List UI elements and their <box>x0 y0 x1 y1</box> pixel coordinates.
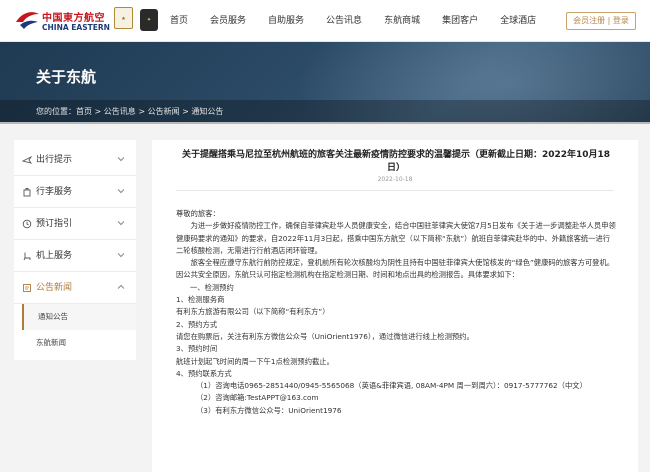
article-paragraph: 1、检测服务商 <box>176 295 225 305</box>
sidebar-item-booking-guide[interactable]: 预订指引 <box>14 208 136 240</box>
breadcrumb-separator: > <box>135 107 148 116</box>
article-paragraph: （1）咨询电话0965-2851440/0945-5565068（英语&菲律宾语… <box>196 381 587 391</box>
breadcrumb: 您的位置：首页 > 公告讯息 > 公告新闻 > 通知公告 <box>0 100 650 124</box>
article-body: 尊敬的旅客： 为进一步做好疫情防控工作，确保自菲律宾赴华人员健康安全，结合中国驻菲… <box>176 208 616 417</box>
chevron-down-icon <box>117 189 125 194</box>
breadcrumb-notices[interactable]: 通知公告 <box>191 107 223 116</box>
sidebar-item-label: 行李服务 <box>36 187 73 197</box>
award-badge-icon: ★ <box>114 7 133 29</box>
sidebar: 出行提示 行李服务 预订指引 机上服务 公告新闻 通知公告 东航新闻 <box>14 140 136 360</box>
divider <box>176 190 614 191</box>
article-paragraph: 一、检测预约 <box>190 282 234 292</box>
article: 关于提醒搭乘马尼拉至杭州航班的旅客关注最新疫情防控要求的温馨提示（更新截止日期：… <box>152 140 638 472</box>
booking-icon <box>22 219 32 229</box>
nav-hotels[interactable]: 全球酒店 <box>489 0 547 42</box>
page-title: 关于东航 <box>36 68 97 86</box>
chevron-down-icon <box>117 157 125 162</box>
article-paragraph: 请您在购票后，关注有利东方微信公众号（UniOrient1976），通过微信进行… <box>176 331 474 341</box>
sidebar-item-label: 机上服务 <box>36 251 73 261</box>
sidebar-subitem-label: 通知公告 <box>38 312 68 321</box>
sidebar-item-baggage[interactable]: 行李服务 <box>14 176 136 208</box>
article-paragraph: （3）有利东方微信公众号：UniOrient1976 <box>196 405 342 415</box>
luggage-icon <box>23 188 31 197</box>
article-paragraph: 旅客全程应遵守东航行前防控规定，登机前所有轮次核酸均为阴性且持有中国驻菲律宾大使… <box>176 258 615 280</box>
nav-announcements[interactable]: 公告讯息 <box>315 0 373 42</box>
sidebar-subitem-company-news[interactable]: 东航新闻 <box>22 330 136 356</box>
logo-english-text: CHINA EASTERN <box>42 23 110 32</box>
article-paragraph: 航班计划起飞时间的周一下午1点检测预约截止。 <box>176 356 334 366</box>
breadcrumb-separator: > <box>92 107 104 116</box>
sidebar-item-label: 公告新闻 <box>36 283 73 293</box>
nav-home[interactable]: 首页 <box>160 0 199 42</box>
breadcrumb-prefix: 您的位置： <box>36 107 76 116</box>
seat-icon <box>23 252 31 261</box>
alliance-badge-icon: ✦ <box>140 9 158 31</box>
article-paragraph: 2、预约方式 <box>176 319 218 329</box>
breadcrumb-announcements[interactable]: 公告讯息 <box>104 107 136 116</box>
top-navigation: 中国東方航空 CHINA EASTERN ★ ✦ 首页 会员服务 自助服务 公告… <box>0 0 650 42</box>
sidebar-subitem-label: 东航新闻 <box>36 338 66 347</box>
sidebar-item-inflight[interactable]: 机上服务 <box>14 240 136 272</box>
nav-member-services[interactable]: 会员服务 <box>199 0 257 42</box>
sidebar-item-label: 预订指引 <box>36 219 73 229</box>
news-icon <box>23 284 31 292</box>
breadcrumb-home[interactable]: 首页 <box>76 107 92 116</box>
chevron-down-icon <box>117 253 125 258</box>
nav-corporate[interactable]: 集团客户 <box>431 0 489 42</box>
article-paragraph: 有利东方旅游有限公司（以下简称“有利东方”） <box>176 307 330 317</box>
swallow-logo-icon <box>16 12 39 29</box>
article-paragraph: 为进一步做好疫情防控工作，确保自菲律宾赴华人员健康安全，结合中国驻菲律宾大使馆7… <box>176 221 616 255</box>
article-title: 关于提醒搭乘马尼拉至杭州航班的旅客关注最新疫情防控要求的温馨提示（更新截止日期：… <box>181 150 611 173</box>
plane-icon <box>22 155 32 164</box>
article-paragraph: （2）咨询邮箱:TestAPPT@163.com <box>196 393 319 403</box>
breadcrumb-news[interactable]: 公告新闻 <box>148 107 180 116</box>
logo-chinese-text: 中国東方航空 <box>42 13 105 24</box>
main-nav: 首页 会员服务 自助服务 公告讯息 东航商城 集团客户 全球酒店 <box>160 0 547 42</box>
article-paragraph: 3、预约时间 <box>176 344 218 354</box>
article-date: 2022-10-18 <box>377 176 413 183</box>
sidebar-subitem-notices[interactable]: 通知公告 <box>22 304 136 330</box>
breadcrumb-separator: > <box>179 107 192 116</box>
chevron-up-icon <box>117 284 125 289</box>
article-paragraph: 4、预约联系方式 <box>176 368 232 378</box>
register-login-button[interactable]: 会员注册 | 登录 <box>566 12 636 30</box>
sidebar-item-news[interactable]: 公告新闻 <box>14 272 136 304</box>
chevron-down-icon <box>117 221 125 226</box>
nav-mall[interactable]: 东航商城 <box>373 0 431 42</box>
sidebar-item-label: 出行提示 <box>36 155 73 165</box>
article-paragraph: 尊敬的旅客： <box>176 209 220 218</box>
nav-self-service[interactable]: 自助服务 <box>257 0 315 42</box>
sidebar-item-travel-tips[interactable]: 出行提示 <box>14 144 136 176</box>
